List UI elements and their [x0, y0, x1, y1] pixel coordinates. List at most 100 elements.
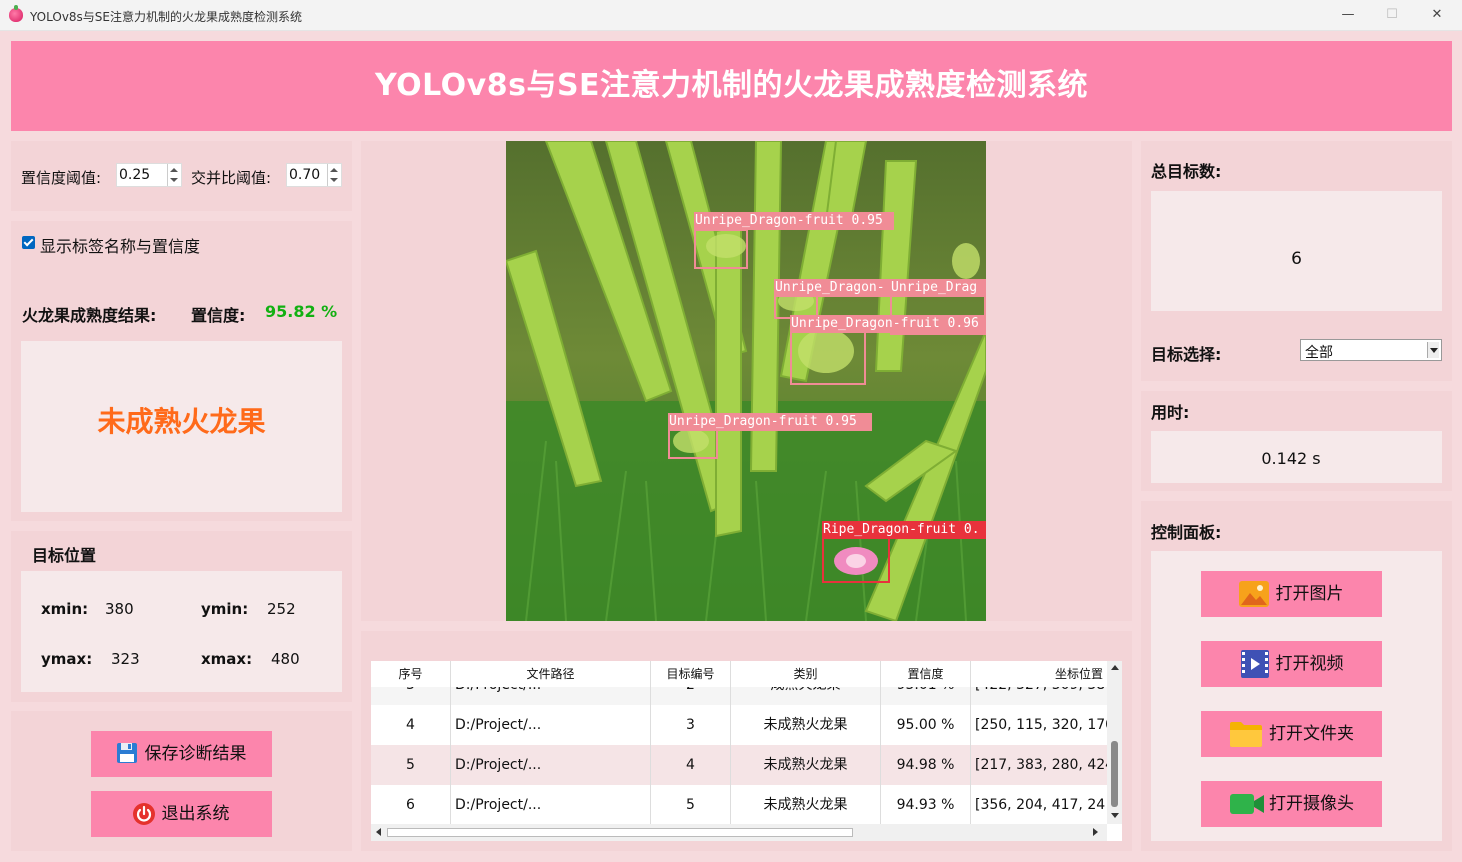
scroll-right-arrow-icon[interactable]: [1093, 828, 1098, 836]
close-button[interactable]: ✕: [1422, 4, 1452, 26]
xmax-label: xmax:: [201, 650, 253, 668]
table-row[interactable]: 4 D:/Project/... 3 未成熟火龙果 95.00 % [250, …: [371, 705, 1107, 745]
show-labels-label: 显示标签名称与置信度: [40, 237, 201, 256]
show-labels-checkbox[interactable]: [22, 236, 35, 249]
cell-confidence: 94.98 %: [881, 745, 971, 785]
cell-class: 未成熟火龙果: [731, 785, 881, 825]
xmin-value: 380: [105, 600, 134, 618]
col-header-coords[interactable]: 坐标位置: [971, 661, 1107, 687]
bbox-label-6: Ripe_Dragon-fruit 0.: [822, 521, 986, 539]
maturity-result-value: 未成熟火龙果: [97, 405, 266, 438]
conf-threshold-value: 0.25: [119, 167, 151, 183]
position-title: 目标位置: [32, 546, 97, 565]
exit-system-label: 退出系统: [161, 804, 230, 824]
open-image-button[interactable]: 打开图片: [1201, 571, 1382, 617]
elapsed-time-label: 用时:: [1151, 403, 1190, 422]
exit-system-button[interactable]: 退出系统: [91, 791, 272, 837]
power-icon: [133, 803, 155, 825]
window-titlebar: YOLOv8s与SE注意力机制的火龙果成熟度检测系统 — ☐ ✕: [0, 0, 1462, 31]
elapsed-time-value: 0.142 s: [1261, 449, 1321, 468]
cell-confidence: 94.93 %: [881, 785, 971, 825]
bbox-unripe-4: [790, 331, 866, 385]
cell-coords: [217, 383, 280, 424: [975, 757, 1107, 773]
bbox-label-4: Unripe_Dragon-fruit 0.96: [790, 315, 986, 333]
cell-index: 4: [371, 705, 451, 745]
cell-target-id: 4: [651, 745, 731, 785]
open-video-button[interactable]: 打开视频: [1201, 641, 1382, 687]
table-row[interactable]: 6 D:/Project/... 5 未成熟火龙果 94.93 % [356, …: [371, 785, 1107, 825]
open-video-label: 打开视频: [1275, 654, 1344, 674]
table-vertical-scrollbar[interactable]: [1107, 661, 1122, 824]
ymax-label: ymax:: [41, 650, 93, 668]
cell-index: 6: [371, 785, 451, 825]
xmax-value: 480: [271, 650, 300, 668]
iou-threshold-value: 0.70: [289, 167, 321, 183]
maximize-button[interactable]: ☐: [1377, 4, 1407, 26]
results-table: 3 D:/Project/... 2 成熟火龙果 95.01 % [422, 3…: [371, 661, 1122, 841]
bbox-label-2: Unripe_Dragon-: [774, 279, 892, 297]
folder-icon: [1230, 722, 1262, 747]
iou-threshold-spinbox[interactable]: 0.70: [286, 163, 342, 187]
cell-path: D:/Project/...: [451, 785, 651, 825]
open-camera-button[interactable]: 打开摄像头: [1201, 781, 1382, 827]
position-box: [21, 571, 342, 692]
cell-class: 未成熟火龙果: [731, 705, 881, 745]
header-banner: YOLOv8s与SE注意力机制的火龙果成熟度检测系统: [11, 41, 1452, 131]
ymin-value: 252: [267, 600, 296, 618]
scroll-down-arrow-icon[interactable]: [1111, 813, 1119, 818]
control-panel-title: 控制面板:: [1151, 523, 1222, 542]
save-results-button[interactable]: 保存诊断结果: [91, 731, 272, 777]
spin-arrows-icon[interactable]: [327, 164, 341, 186]
detection-image: Unripe_Dragon-fruit 0.95 Unripe_Dragon- …: [506, 141, 986, 621]
video-icon: [1241, 650, 1269, 678]
bbox-label-5: Unripe_Dragon-fruit 0.95: [668, 413, 872, 431]
cell-confidence: 95.00 %: [881, 705, 971, 745]
open-image-label: 打开图片: [1275, 584, 1344, 604]
horizontal-scroll-thumb[interactable]: [387, 828, 853, 837]
target-select-value: 全部: [1305, 345, 1333, 361]
page-title: YOLOv8s与SE注意力机制的火龙果成熟度检测系统: [374, 68, 1089, 103]
bbox-unripe-1: [694, 229, 748, 269]
spin-arrows-icon[interactable]: [167, 164, 181, 186]
cell-path: D:/Project/...: [451, 705, 651, 745]
open-folder-label: 打开文件夹: [1269, 724, 1354, 744]
iou-threshold-label: 交并比阈值:: [191, 169, 272, 187]
col-header-index[interactable]: 序号: [371, 661, 451, 687]
col-header-path[interactable]: 文件路径: [451, 661, 651, 687]
table-row[interactable]: 5 D:/Project/... 4 未成熟火龙果 94.98 % [217, …: [371, 745, 1107, 785]
cell-target-id: 5: [651, 785, 731, 825]
conf-threshold-spinbox[interactable]: 0.25: [116, 163, 182, 187]
col-header-target-id[interactable]: 目标编号: [651, 661, 731, 687]
target-select-dropdown[interactable]: 全部: [1300, 339, 1442, 361]
bbox-ripe-1: [822, 537, 890, 583]
xmin-label: xmin:: [41, 600, 89, 618]
col-header-confidence[interactable]: 置信度: [881, 661, 971, 687]
cell-coords: [356, 204, 417, 24: [975, 797, 1106, 813]
cell-coords: [250, 115, 320, 170: [975, 717, 1107, 733]
bbox-unripe-5: [668, 429, 718, 459]
total-targets-value: 6: [1291, 249, 1302, 269]
confidence-value: 95.82 %: [265, 302, 338, 321]
cell-path: D:/Project/...: [451, 745, 651, 785]
maturity-result-label: 火龙果成熟度结果:: [22, 306, 157, 325]
col-header-class[interactable]: 类别: [731, 661, 881, 687]
scroll-up-arrow-icon[interactable]: [1111, 665, 1119, 670]
target-select-label: 目标选择:: [1151, 345, 1222, 364]
confidence-label: 置信度:: [191, 306, 246, 325]
cell-class: 未成熟火龙果: [731, 745, 881, 785]
cell-index: 5: [371, 745, 451, 785]
vertical-scroll-thumb[interactable]: [1111, 741, 1118, 807]
camera-icon: [1230, 794, 1264, 814]
ymin-label: ymin:: [201, 600, 249, 618]
chevron-down-icon[interactable]: [1427, 342, 1439, 358]
open-folder-button[interactable]: 打开文件夹: [1201, 711, 1382, 757]
dragon-fruit-app-icon: [9, 5, 23, 22]
conf-threshold-label: 置信度阈值:: [21, 169, 102, 187]
save-results-label: 保存诊断结果: [144, 744, 247, 764]
table-horizontal-scrollbar[interactable]: [371, 824, 1107, 841]
cell-target-id: 3: [651, 705, 731, 745]
window-title: YOLOv8s与SE注意力机制的火龙果成熟度检测系统: [30, 10, 303, 24]
minimize-button[interactable]: —: [1333, 4, 1363, 26]
total-targets-label: 总目标数:: [1151, 162, 1222, 181]
scroll-left-arrow-icon[interactable]: [376, 828, 381, 836]
